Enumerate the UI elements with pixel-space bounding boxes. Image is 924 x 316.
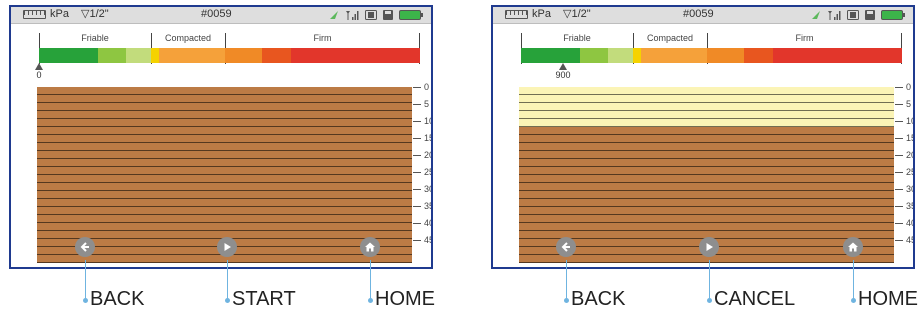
scale-color-bar [521,48,902,63]
record-id: #0059 [201,8,232,20]
depth-label: 30 [424,184,431,194]
depth-label: 15 [424,133,431,143]
device-screen-start: kPa ▽1/2" #0059 Friable Compacted Firm 0… [9,5,433,269]
compaction-scale: Friable Compacted Firm [39,33,420,64]
depth-label: 35 [906,201,913,211]
callout-leader [566,260,567,300]
callout-leader [370,260,371,300]
pressure-value: 900 [555,70,571,80]
callout-start: START [232,288,296,310]
back-button[interactable] [556,237,576,257]
depth-label: 30 [906,184,913,194]
zone-label-friable: Friable [563,33,591,43]
callout-dot [225,298,230,303]
depth-scale: 0 5 10 15 20 25 30 35 40 45 [413,82,431,265]
ruler-icon [23,10,46,19]
play-icon [706,243,713,251]
depth-label: 40 [906,218,913,228]
signal-icon [828,10,841,20]
sd-card-icon [847,9,859,20]
callout-leader [709,260,710,300]
callout-leader [853,260,854,300]
callout-back: BACK [90,288,145,310]
device-screen-measuring: kPa ▽1/2" #0059 Friable Compacted Firm 9… [491,5,915,269]
callout-leader [85,260,86,300]
pressure-pointer: 0 [29,63,49,80]
depth-label: 10 [424,116,431,126]
depth-scale: 0 5 10 15 20 25 30 35 40 45 [895,82,913,265]
depth-label: 45 [906,235,913,245]
depth-label: 45 [424,235,431,245]
depth-label: 20 [906,150,913,160]
ruler-icon [505,10,528,19]
depth-label: 25 [424,167,431,177]
callout-dot [83,298,88,303]
zone-label-compacted: Compacted [164,33,212,43]
gps-icon [330,10,338,19]
arrow-left-icon [561,242,570,252]
depth-label: 35 [424,201,431,211]
callout-dot [368,298,373,303]
callout-dot [707,298,712,303]
status-bar: kPa ▽1/2" #0059 [11,7,431,24]
pressure-value: 0 [36,70,42,80]
compaction-scale: Friable Compacted Firm [521,33,902,64]
depth-label: 0 [906,82,912,92]
cancel-button[interactable] [699,237,719,257]
home-icon [848,242,858,252]
depth-label: 15 [906,133,913,143]
zone-label-firm: Firm [313,33,332,43]
arrow-left-icon [80,242,89,252]
unit-label: kPa [50,8,69,20]
unit-label: kPa [532,8,551,20]
depth-label: 25 [906,167,913,177]
depth-label: 0 [424,82,430,92]
depth-label: 5 [906,99,912,109]
callout-home: HOME [375,288,435,310]
callout-cancel: CANCEL [714,288,796,310]
home-icon [365,242,375,252]
callout-back: BACK [571,288,626,310]
depth-label: 5 [424,99,430,109]
zone-label-firm: Firm [795,33,814,43]
start-button[interactable] [217,237,237,257]
callout-leader [227,260,228,300]
status-bar: kPa ▽1/2" #0059 [493,7,913,24]
home-button[interactable] [360,237,380,257]
battery-icon [881,9,905,20]
record-id: #0059 [683,8,714,20]
depth-label: 20 [424,150,431,160]
cone-tip-label: ▽1/2" [81,8,109,20]
battery-icon [399,9,423,20]
depth-label: 40 [424,218,431,228]
callout-dot [564,298,569,303]
sd-card-icon [365,9,377,20]
pressure-pointer: 900 [553,63,573,80]
back-button[interactable] [75,237,95,257]
gps-icon [812,10,820,19]
depth-label: 10 [906,116,913,126]
zone-label-friable: Friable [81,33,109,43]
callout-dot [851,298,856,303]
save-icon [865,9,875,20]
cone-tip-label: ▽1/2" [563,8,591,20]
zone-label-compacted: Compacted [646,33,694,43]
callout-home: HOME [858,288,918,310]
save-icon [383,9,393,20]
signal-icon [346,10,359,20]
play-icon [224,243,231,251]
scale-color-bar [39,48,420,63]
home-button[interactable] [843,237,863,257]
